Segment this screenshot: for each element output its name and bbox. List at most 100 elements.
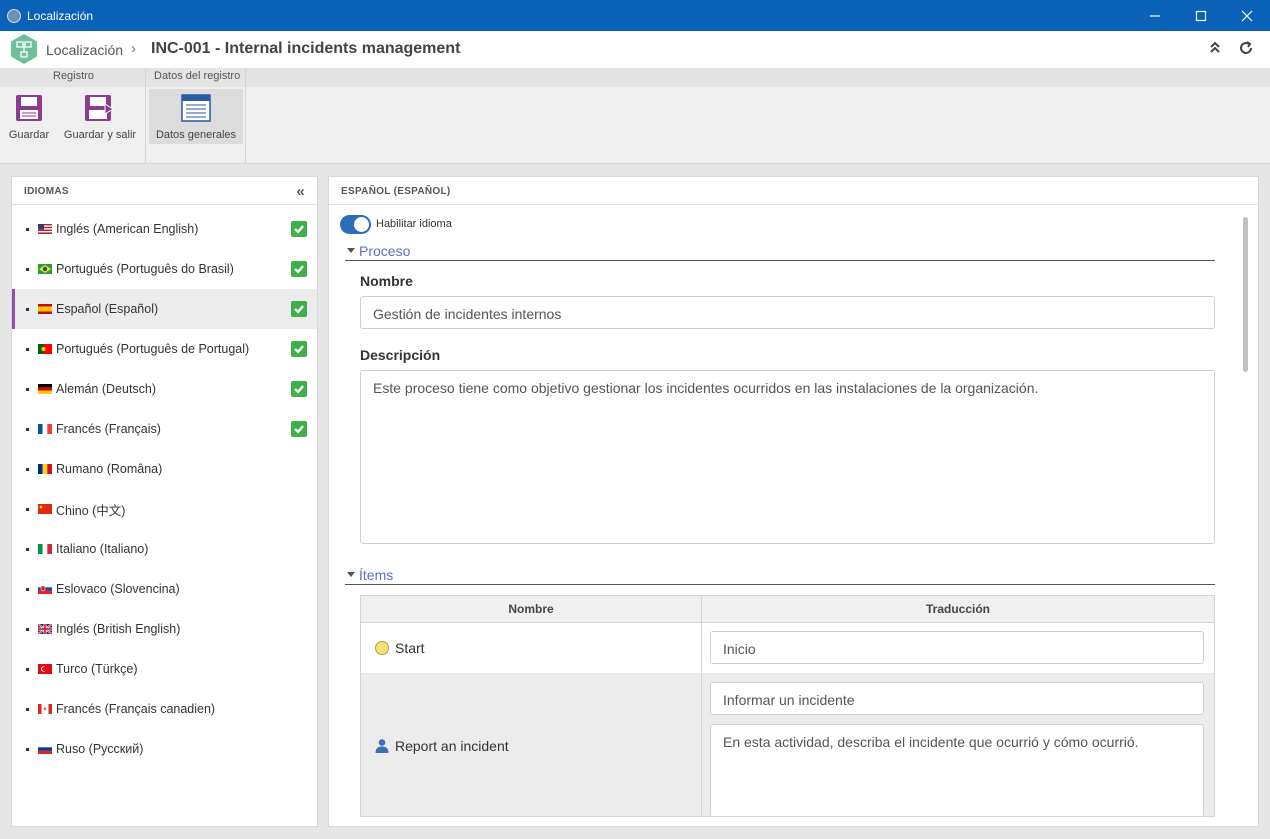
translation-input[interactable]: Inicio xyxy=(710,631,1204,664)
save-and-exit-button[interactable]: Guardar y salir xyxy=(62,89,138,151)
checkmark-icon xyxy=(291,221,307,237)
ribbon-group-datos: Datos del registro xyxy=(154,70,241,82)
bullet-icon xyxy=(26,307,29,311)
bullet-icon xyxy=(26,267,29,271)
flag-it-icon xyxy=(38,544,52,554)
language-label: Inglés (British English) xyxy=(56,622,181,636)
app-header: Localización › INC-001 - Internal incide… xyxy=(0,31,1270,68)
flag-sk-icon xyxy=(38,584,52,594)
language-item-ru[interactable]: Ruso (Русский) xyxy=(12,729,317,769)
bullet-icon xyxy=(26,387,29,391)
flag-es-icon xyxy=(38,304,52,314)
save-exit-icon xyxy=(85,95,114,121)
language-label: Italiano (Italiano) xyxy=(56,542,149,556)
window-titlebar: Localización xyxy=(0,0,1270,31)
flag-br-icon xyxy=(38,264,52,274)
items-table: Nombre Traducción Start Inicio Report an… xyxy=(360,595,1215,817)
start-event-icon xyxy=(375,641,389,655)
language-item-br[interactable]: Portugués (Português do Brasil) xyxy=(12,249,317,289)
language-item-ro[interactable]: Rumano (Româna) xyxy=(12,449,317,489)
bullet-icon xyxy=(26,467,29,471)
col-header-name: Nombre xyxy=(361,596,702,622)
translation-description-textarea[interactable]: En esta actividad, describa el incidente… xyxy=(710,724,1204,816)
vertical-scrollbar[interactable] xyxy=(1243,217,1248,372)
language-item-sk[interactable]: Eslovaco (Slovencina) xyxy=(12,569,317,609)
language-label: Chino (中文) xyxy=(56,503,126,518)
page-title: INC-001 - Internal incidents management xyxy=(151,40,461,57)
item-name: Start xyxy=(395,640,425,656)
bullet-icon xyxy=(26,347,29,351)
language-label: Portugués (Português do Brasil) xyxy=(56,262,234,276)
bullet-icon xyxy=(26,547,29,551)
bullet-icon xyxy=(26,747,29,751)
window-title: Localización xyxy=(27,8,94,23)
ribbon-toolbar: Registro Datos del registro Guardar Guar… xyxy=(0,68,1270,164)
translation-input[interactable]: Informar un incidente xyxy=(710,682,1204,715)
language-item-es[interactable]: Español (Español) xyxy=(12,289,317,329)
language-detail-panel: ESPAÑOL (ESPAÑOL) Habilitar idioma Proce… xyxy=(328,176,1259,827)
languages-list: Inglés (American English) Portugués (Port… xyxy=(12,209,317,769)
description-label: Descripción xyxy=(360,347,441,363)
description-textarea[interactable]: Este proceso tiene como objetivo gestion… xyxy=(360,370,1215,544)
language-label: Eslovaco (Slovencina) xyxy=(56,582,180,596)
flag-tr-icon xyxy=(38,664,52,674)
language-item-fr[interactable]: Francés (Français) xyxy=(12,409,317,449)
process-section-header[interactable]: Proceso xyxy=(345,241,1215,261)
language-item-ca[interactable]: Francés (Français canadien) xyxy=(12,689,317,729)
name-label: Nombre xyxy=(360,273,413,289)
checkmark-icon xyxy=(291,381,307,397)
languages-panel: IDIOMAS « Inglés (American English) Portu… xyxy=(11,176,318,827)
flag-fr-icon xyxy=(38,424,52,434)
enable-language-label: Habilitar idioma xyxy=(376,218,452,230)
ribbon-group-registro: Registro xyxy=(53,70,94,82)
language-label: Francés (Français canadien) xyxy=(56,702,216,716)
close-button[interactable] xyxy=(1224,0,1270,31)
flag-pt-icon xyxy=(38,344,52,354)
minimize-button[interactable] xyxy=(1132,0,1178,31)
maximize-button[interactable] xyxy=(1178,0,1224,31)
language-item-pt[interactable]: Portugués (Português de Portugal) xyxy=(12,329,317,369)
col-header-translation: Traducción xyxy=(925,602,990,616)
language-label: Ruso (Русский) xyxy=(56,742,144,756)
refresh-icon[interactable] xyxy=(1238,40,1254,56)
table-row: Start Inicio xyxy=(361,623,1214,674)
name-input[interactable]: Gestión de incidentes internos xyxy=(360,296,1215,329)
bullet-icon xyxy=(26,667,29,671)
language-item-us[interactable]: Inglés (American English) xyxy=(12,209,317,249)
checkmark-icon xyxy=(291,341,307,357)
checkmark-icon xyxy=(291,261,307,277)
language-item-gb[interactable]: Inglés (British English) xyxy=(12,609,317,649)
caret-down-icon xyxy=(347,572,355,577)
language-item-de[interactable]: Alemán (Deutsch) xyxy=(12,369,317,409)
flag-ru-icon xyxy=(38,744,52,754)
language-label: Alemán (Deutsch) xyxy=(56,382,157,396)
process-logo-icon xyxy=(11,34,37,64)
flag-de-icon xyxy=(38,384,52,394)
language-item-tr[interactable]: Turco (Türkçe) xyxy=(12,649,317,689)
bullet-icon xyxy=(26,627,29,631)
item-name: Report an incident xyxy=(395,738,509,754)
breadcrumb[interactable]: Localización xyxy=(46,42,123,58)
flag-us-icon xyxy=(38,224,52,234)
bullet-icon xyxy=(26,427,29,431)
collapse-panel-icon[interactable]: « xyxy=(296,183,305,200)
bullet-icon xyxy=(26,707,29,711)
enable-language-toggle[interactable] xyxy=(340,215,371,234)
languages-heading: IDIOMAS xyxy=(24,186,69,197)
language-item-it[interactable]: Italiano (Italiano) xyxy=(12,529,317,569)
floppy-disk-icon xyxy=(16,95,42,121)
flag-ca-icon xyxy=(38,704,52,714)
language-label: Español (Español) xyxy=(56,302,159,316)
language-label: Francés (Français) xyxy=(56,422,161,436)
general-data-button[interactable]: Datos generales xyxy=(149,89,243,144)
user-task-icon xyxy=(375,739,389,753)
save-button[interactable]: Guardar xyxy=(6,89,52,151)
language-label: Portugués (Português de Portugal) xyxy=(56,342,250,356)
detail-heading: ESPAÑOL (ESPAÑOL) xyxy=(329,177,1258,205)
language-item-cn[interactable]: Chino (中文) xyxy=(12,489,317,529)
app-globe-icon xyxy=(7,8,21,23)
bullet-icon xyxy=(26,227,29,231)
language-label: Turco (Türkçe) xyxy=(56,662,138,676)
items-section-header[interactable]: Ítems xyxy=(345,565,1215,585)
collapse-up-icon[interactable] xyxy=(1208,40,1222,54)
